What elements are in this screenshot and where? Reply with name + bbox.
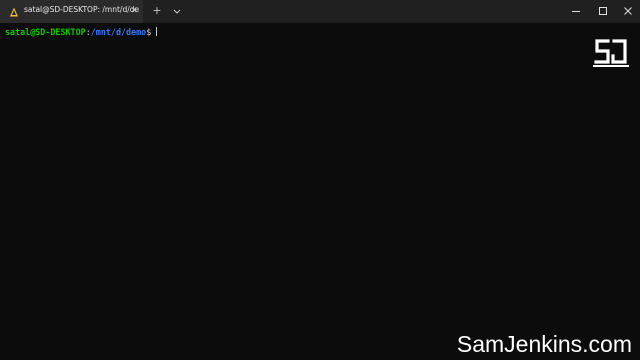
tab-title: satal@SD-DESKTOP: /mnt/d/de: [24, 5, 140, 14]
plus-icon[interactable]: +: [150, 4, 164, 18]
prompt-user: satal@SD-DESKTOP: [5, 27, 86, 37]
prompt-path: /mnt/d/demo: [90, 27, 147, 37]
window-close-icon[interactable]: [620, 3, 636, 19]
terminal-output[interactable]: satal@SD-DESKTOP:/mnt/d/demo$: [0, 23, 640, 360]
tab-bar: satal@SD-DESKTOP: /mnt/d/de ✕ +: [0, 0, 640, 23]
tab-active[interactable]: satal@SD-DESKTOP: /mnt/d/de ✕: [0, 0, 143, 23]
text-cursor: [156, 27, 158, 36]
prompt-line: satal@SD-DESKTOP:/mnt/d/demo$: [5, 27, 158, 37]
sj-logo-icon: [593, 39, 629, 67]
maximize-icon[interactable]: [595, 3, 611, 19]
chevron-down-icon[interactable]: [170, 4, 184, 18]
site-watermark: SamJenkins.com: [456, 331, 632, 357]
minimize-icon[interactable]: [568, 3, 584, 19]
close-icon[interactable]: ✕: [128, 5, 140, 17]
terminal-window: satal@SD-DESKTOP: /mnt/d/de ✕ + satal@SD…: [0, 0, 640, 360]
linux-penguin-icon: [10, 7, 18, 17]
prompt-symbol: $: [146, 27, 152, 37]
